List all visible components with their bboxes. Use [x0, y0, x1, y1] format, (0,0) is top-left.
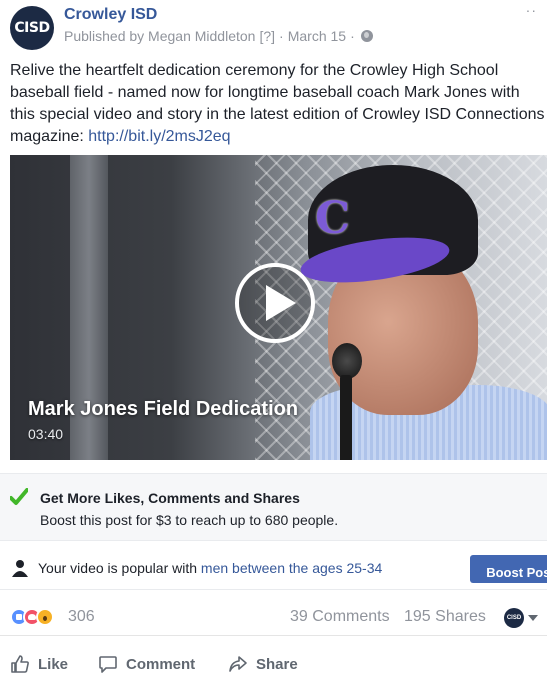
- person-icon: [12, 560, 28, 577]
- meta-separator: ·: [279, 28, 284, 44]
- play-icon[interactable]: [235, 263, 315, 343]
- acting-as-avatar[interactable]: CISD: [504, 608, 524, 628]
- help-marker[interactable]: [?]: [259, 28, 275, 44]
- wow-reaction-icon: [36, 608, 54, 626]
- microphone: [332, 343, 362, 379]
- page-name-link[interactable]: Crowley ISD: [64, 6, 157, 24]
- boost-tip-title: Get More Likes, Comments and Shares: [40, 490, 300, 506]
- reactions-summary[interactable]: [10, 608, 54, 626]
- comment-label: Comment: [126, 655, 196, 673]
- globe-icon[interactable]: [360, 30, 373, 42]
- page-avatar[interactable]: CISD: [10, 6, 54, 50]
- comment-icon: [99, 656, 117, 673]
- audience-link[interactable]: men between the ages 25-34: [201, 560, 382, 576]
- chevron-down-icon[interactable]: [528, 615, 538, 621]
- post-link[interactable]: http://bit.ly/2msJ2eq: [88, 128, 230, 145]
- boost-tip-body: Boost this post for $3 to reach up to 68…: [40, 512, 339, 528]
- popularity-banner: Your video is popular with men between t…: [0, 548, 547, 590]
- post-header: CISD Crowley ISD Published by Megan Midd…: [0, 0, 547, 52]
- check-icon: [10, 488, 28, 505]
- share-icon: [229, 656, 247, 672]
- video-title: Mark Jones Field Dedication: [28, 398, 299, 420]
- like-label: Like: [38, 655, 69, 673]
- post-stats: 306 39 Comments 195 Shares CISD: [0, 598, 547, 636]
- popularity-text: Your video is popular with men between t…: [38, 560, 382, 576]
- published-by[interactable]: Published by Megan Middleton: [64, 28, 255, 44]
- post-meta: Published by Megan Middleton [?] · March…: [64, 28, 373, 44]
- meta-separator-2: ·: [350, 28, 355, 44]
- comment-button[interactable]: Comment: [98, 654, 195, 674]
- share-label: Share: [256, 655, 298, 673]
- video-player[interactable]: C Mark Jones Field Dedication 03:40: [10, 155, 547, 460]
- like-button[interactable]: Like: [10, 654, 68, 674]
- popularity-lead: Your video is popular with: [38, 560, 201, 576]
- cap-logo: C: [315, 193, 351, 244]
- comments-count[interactable]: 39 Comments: [290, 608, 390, 626]
- thumbs-up-icon: [11, 655, 29, 673]
- video-duration: 03:40: [28, 426, 64, 442]
- boost-tip-panel: Get More Likes, Comments and Shares Boos…: [0, 473, 547, 541]
- shares-count[interactable]: 195 Shares: [404, 608, 486, 626]
- action-bar: Like Comment Share: [0, 642, 547, 682]
- more-dots-icon[interactable]: ··: [526, 2, 537, 18]
- boost-post-button[interactable]: Boost Post: [470, 555, 547, 583]
- post-body: Relive the heartfelt dedication ceremony…: [10, 60, 545, 148]
- reaction-count[interactable]: 306: [68, 608, 95, 626]
- microphone-handle: [340, 375, 352, 460]
- post-date[interactable]: March 15: [288, 28, 346, 44]
- share-button[interactable]: Share: [228, 654, 298, 674]
